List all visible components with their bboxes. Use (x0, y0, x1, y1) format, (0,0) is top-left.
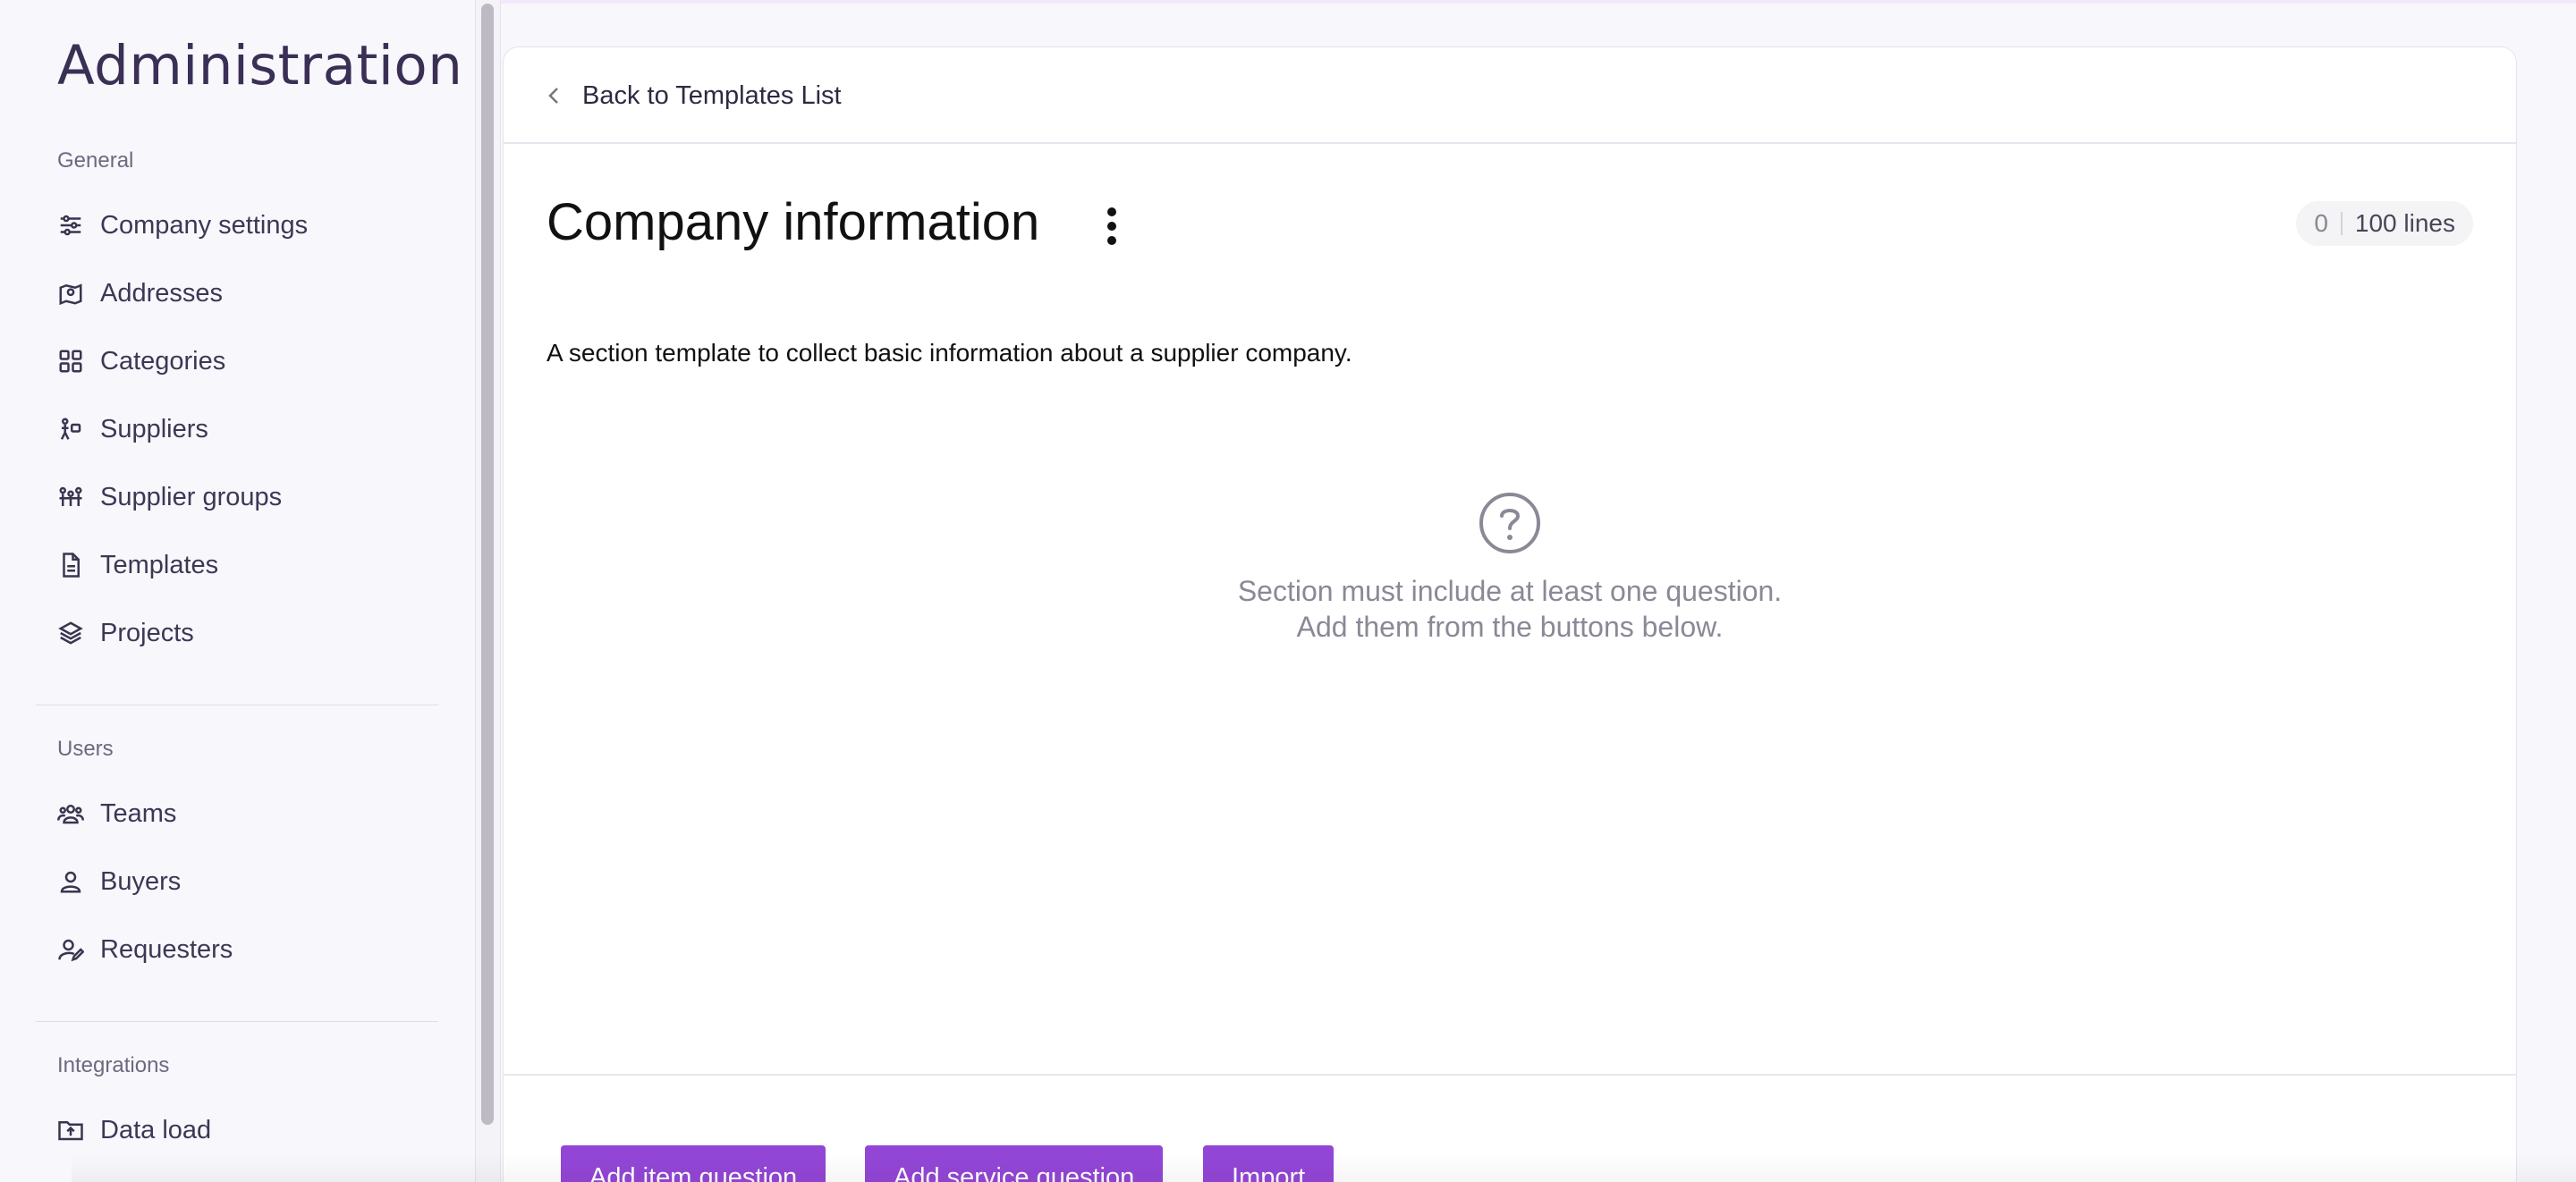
template-section-card: Back to Templates List Company informati… (503, 46, 2517, 1182)
back-link-label: Back to Templates List (582, 80, 842, 110)
sidebar-item-label: Categories (100, 346, 226, 376)
sidebar-item-label: Company settings (100, 210, 309, 240)
sidebar: Administration General Company settings … (0, 0, 476, 1182)
lines-total: 100 lines (2354, 209, 2455, 237)
chevron-left-icon (545, 85, 563, 106)
empty-state-line2: Add them from the buttons below. (1296, 611, 1724, 643)
sidebar-item-label: Buyers (100, 866, 182, 896)
sidebar-item-label: Suppliers (100, 414, 208, 443)
sidebar-item-company-settings[interactable]: Company settings (57, 204, 433, 247)
user-edit-icon (57, 936, 84, 963)
user-icon (57, 868, 84, 895)
app: Administration General Company settings … (0, 0, 2576, 1182)
sidebar-item-label: Requesters (100, 934, 233, 964)
sidebar-scrollbar-thumb[interactable] (481, 4, 494, 1125)
section-description: A section template to collect basic info… (547, 339, 1352, 367)
sidebar-item-templates[interactable]: Templates (57, 544, 433, 587)
sidebar-item-projects[interactable]: Projects (57, 612, 433, 654)
sidebar-item-label: Teams (100, 798, 177, 828)
sidebar-item-label: Addresses (100, 278, 224, 308)
sidebar-item-requesters[interactable]: Requesters (57, 928, 433, 971)
sliders-icon (57, 212, 84, 239)
card-header: Back to Templates List (504, 47, 2516, 144)
supplier-groups-icon (57, 484, 84, 511)
sidebar-divider (36, 1021, 438, 1022)
page-title: Company information (547, 193, 1040, 251)
more-options-icon[interactable] (1094, 201, 1130, 251)
document-icon (57, 552, 84, 578)
badge-separator (2340, 212, 2343, 235)
lines-count-badge: 0 100 lines (2296, 201, 2473, 246)
layers-icon (57, 620, 84, 646)
question-circle-icon (1478, 491, 1542, 555)
lines-count: 0 (2314, 209, 2328, 237)
supplier-icon (57, 416, 84, 443)
sidebar-item-addresses[interactable]: Addresses (57, 272, 433, 315)
sidebar-item-data-load[interactable]: Data load (57, 1109, 433, 1152)
team-icon (57, 800, 84, 827)
back-to-templates-link[interactable]: Back to Templates List (545, 74, 842, 117)
sidebar-item-label: Projects (100, 618, 194, 647)
folder-upload-icon (57, 1117, 84, 1144)
sidebar-item-label: Templates (100, 550, 219, 579)
empty-state-line1: Section must include at least one questi… (1237, 575, 1783, 607)
empty-state: Section must include at least one questi… (504, 491, 2516, 645)
grid-icon (57, 348, 84, 375)
map-pin-icon (57, 280, 84, 307)
sidebar-title: Administration (57, 34, 463, 97)
sidebar-item-supplier-groups[interactable]: Supplier groups (57, 476, 433, 519)
sidebar-item-label: Data load (100, 1115, 212, 1144)
sidebar-item-categories[interactable]: Categories (57, 340, 433, 383)
sidebar-item-suppliers[interactable]: Suppliers (57, 408, 433, 451)
sidebar-item-label: Supplier groups (100, 482, 283, 511)
section-label-users: Users (57, 737, 114, 761)
section-label-general: General (57, 148, 134, 173)
sidebar-item-buyers[interactable]: Buyers (57, 860, 433, 903)
top-accent-strip (501, 0, 2576, 4)
bottom-shadow (72, 1153, 2576, 1182)
sidebar-item-teams[interactable]: Teams (57, 792, 433, 835)
section-label-integrations: Integrations (57, 1053, 170, 1077)
